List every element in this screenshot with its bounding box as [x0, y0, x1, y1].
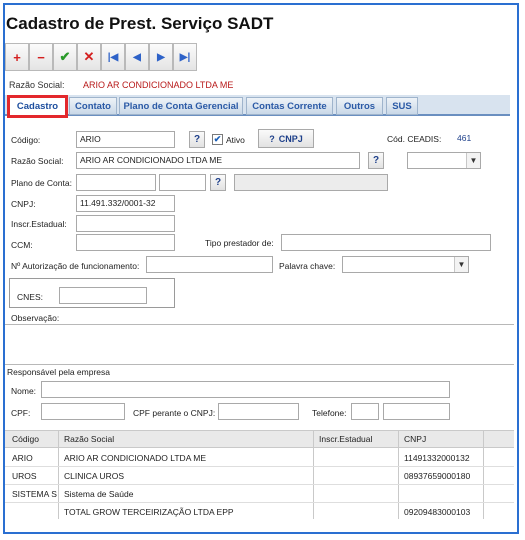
ceadis-label: Cód. CEADIS:	[387, 134, 442, 144]
column-header-inscr-estadual[interactable]: Inscr.Estadual	[316, 434, 372, 444]
telefone-label: Telefone:	[312, 408, 347, 418]
palavra-chave-label: Palavra chave:	[279, 261, 336, 271]
confirm-button[interactable]: ✔	[53, 43, 77, 71]
table-cell-cnpj[interactable]: 08937659000180	[401, 471, 481, 481]
chevron-down-icon: ▼	[454, 257, 468, 272]
ceadis-value: 461	[457, 133, 472, 143]
razao-social-header: Razão Social: ARIO AR CONDICIONADO LTDA …	[9, 80, 233, 90]
responsavel-nome-input[interactable]	[41, 381, 450, 398]
razao-social-header-label: Razão Social:	[9, 80, 65, 90]
cpf-perante-cnpj-label: CPF perante o CNPJ:	[133, 408, 216, 418]
tab-bar: Cadastro Contato Plano de Conta Gerencia…	[5, 95, 510, 118]
razao-social-input[interactable]: ARIO AR CONDICIONADO LTDA ME	[76, 152, 360, 169]
row-divider	[5, 466, 514, 467]
observacao-label: Observação:	[11, 313, 60, 323]
table-cell-codigo[interactable]: ARIO	[9, 453, 57, 463]
codigo-input[interactable]: ARIO	[76, 131, 175, 148]
responsavel-cpf-label: CPF:	[11, 408, 31, 418]
ccm-label: CCM:	[11, 240, 33, 250]
table-cell-razao-social[interactable]: CLINICA UROS	[61, 471, 311, 481]
plano-de-conta-input-2[interactable]	[159, 174, 206, 191]
table-cell-cnpj[interactable]: 09209483000103	[401, 507, 481, 517]
cpf-perante-cnpj-input[interactable]	[218, 403, 299, 420]
tab-cadastro[interactable]: Cadastro	[7, 95, 68, 118]
telefone-numero-input[interactable]	[383, 403, 450, 420]
next-record-button[interactable]: ▶	[149, 43, 173, 71]
first-record-button[interactable]: |◀	[101, 43, 125, 71]
autorizacao-input[interactable]	[146, 256, 273, 273]
plano-de-conta-help-button[interactable]: ?	[210, 174, 226, 191]
page-title: Cadastro de Prest. Serviço SADT	[6, 14, 274, 33]
table-cell-razao-social[interactable]: TOTAL GROW TERCEIRIZAÇÃO LTDA EPP	[61, 507, 311, 517]
column-header-cnpj[interactable]: CNPJ	[401, 434, 426, 444]
column-divider	[398, 431, 399, 519]
inscricao-estadual-input[interactable]	[76, 215, 175, 232]
add-button[interactable]: +	[5, 43, 29, 71]
column-divider	[58, 431, 59, 519]
cnes-label: CNES:	[17, 292, 43, 302]
prestadores-table: Código Razão Social Inscr.Estadual CNPJ …	[5, 430, 514, 519]
column-divider	[483, 431, 484, 519]
ccm-input[interactable]	[76, 234, 175, 251]
plano-de-conta-label: Plano de Conta:	[11, 178, 72, 188]
column-header-codigo[interactable]: Código	[9, 434, 39, 444]
plano-de-conta-input-1[interactable]	[76, 174, 156, 191]
ativo-label: Ativo	[226, 135, 245, 145]
responsavel-section-label: Responsável pela empresa	[7, 367, 111, 377]
column-header-razao-social[interactable]: Razão Social	[61, 434, 114, 444]
cnes-input[interactable]	[59, 287, 147, 304]
remove-button[interactable]: −	[29, 43, 53, 71]
responsavel-nome-label: Nome:	[11, 386, 37, 396]
cnpj-button-label: CNPJ	[278, 133, 303, 144]
section-divider	[5, 364, 514, 365]
table-cell-codigo[interactable]: UROS	[9, 471, 57, 481]
row-divider	[5, 502, 514, 503]
table-cell-codigo[interactable]: SISTEMA SA	[9, 489, 57, 499]
cancel-button[interactable]: ✕	[77, 43, 101, 71]
row-divider	[5, 484, 514, 485]
toolbar: + − ✔ ✕ |◀ ◀ ▶ ▶|	[5, 43, 197, 71]
observacao-textarea[interactable]	[5, 325, 514, 363]
ativo-checkbox[interactable]: ✔	[212, 134, 223, 145]
responsavel-cpf-input[interactable]	[41, 403, 125, 420]
razao-social-header-value: ARIO AR CONDICIONADO LTDA ME	[83, 80, 234, 90]
codigo-help-button[interactable]: ?	[189, 131, 205, 148]
previous-record-button[interactable]: ◀	[125, 43, 149, 71]
last-record-button[interactable]: ▶|	[173, 43, 197, 71]
table-cell-razao-social[interactable]: Sistema de Saúde	[61, 489, 311, 499]
cnpj-lookup-button[interactable]: ? CNPJ	[258, 129, 314, 148]
telefone-ddd-input[interactable]	[351, 403, 379, 420]
chevron-down-icon: ▼	[466, 153, 480, 168]
table-cell-razao-social[interactable]: ARIO AR CONDICIONADO LTDA ME	[61, 453, 311, 463]
cnpj-input[interactable]: 11.491.332/0001-32	[76, 195, 175, 212]
codigo-label: Código:	[11, 135, 41, 145]
table-cell-cnpj[interactable]: 11491332000132	[401, 453, 481, 463]
inscricao-estadual-label: Inscr.Estadual:	[11, 219, 67, 229]
autorizacao-label: Nº Autorização de funcionamento:	[11, 261, 140, 271]
tab-contas-corrente[interactable]: Contas Corrente	[246, 97, 333, 115]
razao-social-label: Razão Social:	[11, 156, 64, 166]
razao-social-select[interactable]: ▼	[407, 152, 481, 169]
palavra-chave-select[interactable]: ▼	[342, 256, 469, 273]
cnpj-label: CNPJ:	[11, 199, 36, 209]
tab-contato[interactable]: Contato	[69, 97, 117, 115]
tipo-prestador-label: Tipo prestador de:	[205, 238, 274, 248]
tipo-prestador-input[interactable]	[281, 234, 491, 251]
tab-plano-de-conta-gerencial[interactable]: Plano de Conta Gerencial	[119, 97, 243, 115]
razao-social-help-button[interactable]: ?	[368, 152, 384, 169]
help-icon: ?	[269, 133, 275, 144]
column-divider	[313, 431, 314, 519]
tab-outros[interactable]: Outros	[336, 97, 383, 115]
plano-de-conta-description	[234, 174, 388, 191]
tab-sus[interactable]: SUS	[386, 97, 418, 115]
